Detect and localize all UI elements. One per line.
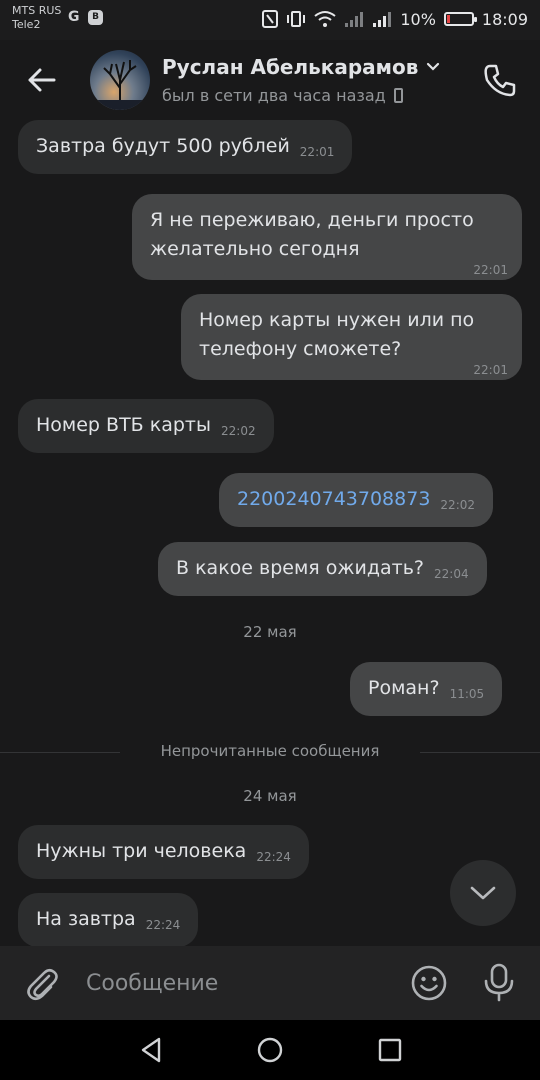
contact-name-row[interactable]: Руслан Абелькарамов	[162, 55, 440, 79]
google-icon: G	[68, 9, 80, 25]
contact-name[interactable]: Руслан Абелькарамов	[162, 55, 418, 79]
chat-header: Руслан Абелькарамов был в сети два часа …	[0, 40, 540, 120]
nav-back-icon[interactable]	[138, 1036, 166, 1064]
message-time: 22:02	[221, 424, 256, 438]
system-navigation-bar	[0, 1020, 540, 1080]
battery-percent: 10%	[400, 9, 436, 29]
message-time: 22:01	[299, 145, 335, 159]
last-seen-text: был в сети два часа назад	[162, 86, 386, 105]
message-text: Номер карты нужен или по телефону сможет…	[199, 309, 475, 360]
phone-call-icon[interactable]	[480, 60, 520, 100]
message-bubble[interactable]: 2200240743708873 22:02	[219, 473, 494, 527]
message-text: Завтра будут 500 рублей	[36, 135, 290, 157]
nav-home-icon[interactable]	[256, 1036, 284, 1064]
message-text: На завтра	[36, 908, 136, 930]
contact-status: был в сети два часа назад	[162, 86, 403, 105]
nav-recents-icon[interactable]	[376, 1036, 404, 1064]
unread-label: Непрочитанные сообщения	[160, 742, 380, 760]
vibrate-icon	[287, 11, 306, 27]
message-time: 11:05	[449, 687, 485, 701]
message-bubble[interactable]: В какое время ожидать? 22:04	[158, 542, 487, 596]
mobile-device-icon	[393, 88, 403, 103]
message-bubble[interactable]: Завтра будут 500 рублей 22:01	[18, 120, 353, 174]
paperclip-icon[interactable]	[22, 964, 62, 1004]
carrier-primary: MTS RUS	[12, 4, 62, 17]
message-bubble[interactable]: Номер ВТБ карты 22:02	[18, 399, 274, 453]
tree-silhouette-icon	[90, 60, 150, 110]
carrier-info: MTS RUS Tele2	[12, 4, 61, 32]
message-time: 22:24	[256, 850, 291, 864]
status-bar: MTS RUS Tele2 G В 10% 18:09	[0, 0, 540, 40]
message-text: В какое время ожидать?	[176, 557, 424, 579]
message-time: 22:04	[434, 567, 469, 581]
card-number-link[interactable]: 2200240743708873	[237, 488, 430, 510]
back-arrow-icon[interactable]	[20, 58, 64, 102]
message-bubble[interactable]: На завтра 22:24	[18, 893, 199, 946]
message-text: Роман?	[368, 677, 440, 699]
emoji-icon[interactable]	[410, 964, 448, 1002]
chevron-down-icon	[470, 886, 496, 900]
message-bubble[interactable]: Нужны три человека 22:24	[18, 825, 309, 879]
avatar[interactable]	[90, 50, 150, 110]
battery-icon	[443, 12, 477, 26]
message-bubble[interactable]: Я не переживаю, деньги просто желательно…	[132, 194, 522, 280]
app-notification-icon: В	[88, 10, 103, 25]
message-bubble[interactable]: Роман? 11:05	[350, 662, 503, 716]
message-time: 22:01	[473, 263, 508, 277]
message-input[interactable]	[86, 968, 386, 1000]
nfc-icon	[262, 10, 279, 28]
signal-icon-1	[345, 12, 364, 27]
message-time: 22:02	[440, 498, 476, 512]
message-list[interactable]: Завтра будут 500 рублей 22:01 Я не пережи…	[0, 120, 540, 946]
scroll-to-bottom-button[interactable]	[450, 860, 516, 926]
chevron-down-icon[interactable]	[426, 62, 440, 72]
unread-divider: Непрочитанные сообщения	[0, 742, 540, 762]
wifi-icon	[314, 11, 336, 27]
microphone-icon[interactable]	[480, 962, 518, 1002]
message-bubble[interactable]: Номер карты нужен или по телефону сможет…	[181, 294, 522, 380]
status-indicators: 10% 18:09	[262, 8, 528, 30]
message-time: 22:01	[473, 363, 508, 377]
date-separator: 24 мая	[243, 787, 297, 805]
carrier-secondary: Tele2	[12, 18, 41, 31]
message-time: 22:24	[145, 918, 181, 932]
message-text: Я не переживаю, деньги просто желательно…	[150, 209, 474, 260]
date-separator: 22 мая	[243, 623, 297, 641]
divider-line	[420, 752, 540, 753]
message-composer	[0, 946, 540, 1020]
message-text: Номер ВТБ карты	[36, 414, 211, 436]
clock: 18:09	[481, 9, 528, 29]
message-text: Нужны три человека	[36, 840, 247, 862]
signal-icon-2	[373, 12, 392, 27]
